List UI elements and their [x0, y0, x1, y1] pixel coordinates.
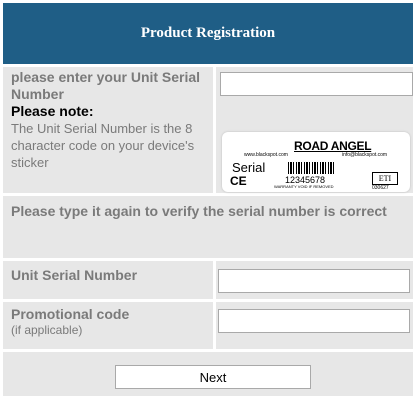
unit-serial-label-cell: Unit Serial Number [3, 261, 213, 299]
note-text: The Unit Serial Number is the 8 characte… [11, 121, 195, 170]
next-button[interactable]: Next [115, 365, 311, 389]
note-heading: Please note: [11, 103, 94, 119]
sticker-website: www.blackspot.com [244, 152, 288, 158]
sticker-code: 030627 [372, 185, 389, 191]
promo-code-input[interactable] [218, 309, 410, 333]
sticker-logo-icon: ETI [372, 172, 398, 185]
serial-prompt: please enter your Unit Serial Number [11, 69, 201, 102]
promo-label-cell: Promotional code (if applicable) [3, 302, 213, 349]
sticker-brand: ROAD ANGEL [294, 139, 372, 153]
registration-form: Product Registration please enter your U… [0, 0, 413, 396]
sticker-email: info@blackspot.com [342, 152, 388, 158]
barcode-icon [288, 162, 336, 174]
verify-prompt-cell: Please type it again to verify the seria… [3, 196, 413, 258]
sticker-serial-label: Serial [232, 160, 266, 175]
serial-number-input[interactable] [220, 72, 413, 96]
promo-label: Promotional code [11, 306, 130, 322]
verify-serial-input[interactable] [218, 269, 410, 293]
form-title: Product Registration [3, 3, 413, 64]
verify-prompt: Please type it again to verify the seria… [11, 203, 387, 219]
sticker-warranty-text: WARRANTY VOID IF REMOVED [274, 184, 334, 189]
ce-mark-icon: CE [230, 174, 247, 188]
promo-hint: (if applicable) [11, 323, 83, 337]
serial-sticker-image: ROAD ANGEL www.blackspot.com info@blacks… [222, 132, 410, 192]
unit-serial-label: Unit Serial Number [11, 267, 138, 283]
serial-instructions-cell: please enter your Unit Serial Number Ple… [3, 67, 213, 193]
